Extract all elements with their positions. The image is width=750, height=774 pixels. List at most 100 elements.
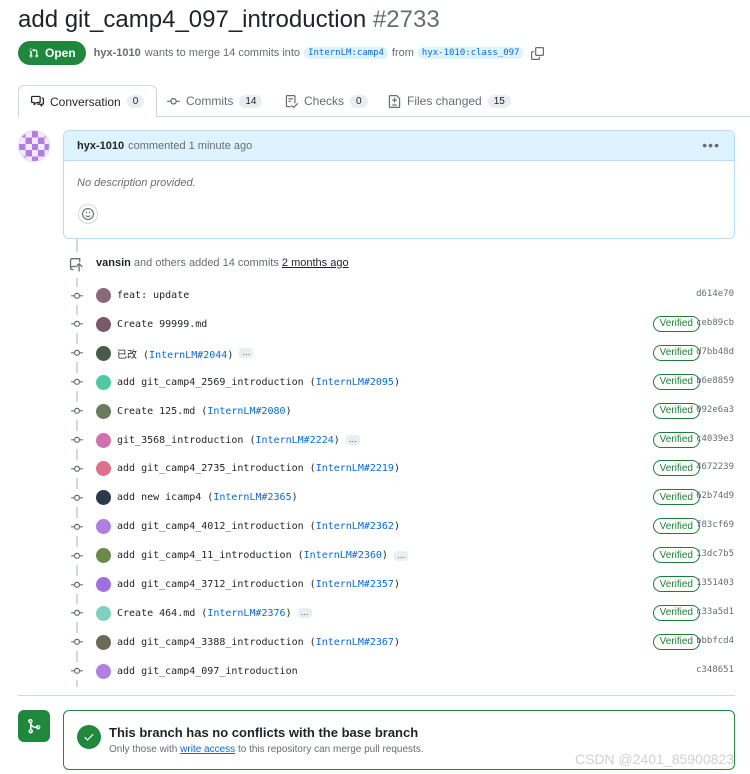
verified-badge[interactable]: Verified — [652, 518, 700, 535]
commit-message[interactable]: add git_camp4_11_introduction (InternLM#… — [117, 550, 388, 561]
tab-files-changed[interactable]: Files changed 15 — [376, 85, 523, 117]
issue-ref-link[interactable]: InternLM#2360 — [304, 550, 382, 561]
commit-message[interactable]: add git_camp4_097_introduction — [117, 666, 298, 677]
issue-ref-link[interactable]: InternLM#2367 — [316, 637, 394, 648]
commit-sha-link[interactable]: bbbfcd4 — [696, 636, 734, 646]
commit-message[interactable]: 已改 (InternLM#2044) — [117, 346, 233, 361]
comment-discussion-icon — [31, 95, 44, 107]
verified-badge[interactable]: Verified — [652, 431, 700, 448]
commit-message[interactable]: add git_camp4_2569_introduction (InternL… — [117, 377, 400, 388]
commit-author-avatar[interactable] — [96, 605, 111, 621]
base-branch[interactable]: InternLM:camp4 — [304, 47, 388, 59]
commit-message[interactable]: add git_camp4_3712_introduction (InternL… — [117, 579, 400, 590]
issue-ref-link[interactable]: InternLM#2376 — [207, 608, 285, 619]
commit-author-avatar[interactable] — [96, 288, 111, 303]
push-time-link[interactable]: 2 months ago — [282, 257, 349, 269]
expand-message-button[interactable]: … — [345, 435, 360, 445]
commit-author-avatar[interactable] — [96, 490, 111, 506]
issue-ref-link[interactable]: InternLM#2365 — [213, 492, 291, 503]
commit-sha-link[interactable]: 62b74d9 — [696, 491, 734, 501]
commit-row[interactable]: Create 464.md (InternLM#2376) … Verified c3… — [68, 599, 738, 628]
verified-badge[interactable]: Verified — [652, 633, 700, 650]
commit-message[interactable]: feat: update — [117, 290, 189, 301]
write-access-link[interactable]: write access — [180, 744, 235, 755]
verified-badge[interactable]: Verified — [652, 604, 700, 621]
copy-icon[interactable] — [531, 46, 545, 60]
issue-ref-link[interactable]: InternLM#2357 — [316, 579, 394, 590]
commit-message[interactable]: Create 99999.md — [117, 319, 207, 330]
commit-sha-link[interactable]: f83cf69 — [696, 520, 734, 530]
expand-message-button[interactable]: … — [239, 348, 254, 359]
commit-sha-link[interactable]: 4672239 — [696, 462, 734, 472]
commit-author-avatar[interactable] — [96, 663, 111, 679]
commit-message[interactable]: git_3568_introduction (InternLM#2224) — [117, 435, 340, 446]
commit-message[interactable]: add new icamp4 (InternLM#2365) — [117, 492, 298, 503]
expand-message-button[interactable]: … — [297, 608, 312, 619]
commit-sha-link[interactable]: d7bb48d — [696, 347, 734, 357]
commit-sha-link[interactable]: 092e6a3 — [696, 405, 734, 415]
commit-author-avatar[interactable] — [96, 403, 111, 419]
push-author[interactable]: vansin — [96, 257, 131, 269]
commit-message[interactable]: add git_camp4_2735_introduction (InternL… — [117, 463, 400, 474]
commit-sha-link[interactable]: 1351403 — [696, 578, 734, 588]
issue-ref-link[interactable]: InternLM#2362 — [316, 521, 394, 532]
issue-ref-link[interactable]: InternLM#2219 — [316, 463, 394, 474]
commit-row[interactable]: 已改 (InternLM#2044) … Verified d7bb48d — [68, 339, 738, 368]
issue-ref-link[interactable]: InternLM#2044 — [149, 350, 227, 361]
tab-commits[interactable]: Commits 14 — [155, 85, 274, 117]
commit-sha-link[interactable]: b6e8859 — [696, 376, 734, 386]
tab-conversation[interactable]: Conversation 0 — [18, 85, 158, 118]
commit-message[interactable]: Create 464.md (InternLM#2376) — [117, 608, 292, 619]
commit-row[interactable]: add git_camp4_097_introduction c348651 — [68, 657, 738, 686]
commit-sha-link[interactable]: c4039e3 — [696, 434, 734, 444]
commit-sha-link[interactable]: 13dc7b5 — [696, 549, 734, 559]
commit-sha-link[interactable]: d614e70 — [696, 289, 734, 299]
commit-row[interactable]: git_3568_introduction (InternLM#2224) … Ve… — [68, 426, 738, 455]
commit-author-avatar[interactable] — [96, 432, 111, 448]
verified-badge[interactable]: Verified — [652, 547, 700, 564]
head-branch[interactable]: hyx-1010:class_097 — [417, 47, 524, 59]
commit-author-avatar[interactable] — [96, 316, 111, 332]
commit-row[interactable]: add git_camp4_4012_introduction (InternL… — [68, 512, 738, 541]
commit-author-avatar[interactable] — [96, 634, 111, 650]
commit-author-avatar[interactable] — [96, 548, 111, 564]
commit-row[interactable]: add git_camp4_2569_introduction (InternL… — [68, 368, 738, 397]
commit-author-avatar[interactable] — [96, 519, 111, 535]
issue-ref-link[interactable]: InternLM#2095 — [316, 377, 394, 388]
verified-badge[interactable]: Verified — [652, 576, 700, 592]
commit-row[interactable]: feat: update d614e70 — [68, 281, 738, 310]
issue-ref-link[interactable]: InternLM#2224 — [255, 435, 333, 446]
tab-checks[interactable]: Checks 0 — [273, 85, 380, 117]
add-reaction-button[interactable] — [78, 204, 98, 224]
verified-badge[interactable]: Verified — [652, 315, 700, 332]
expand-message-button[interactable]: … — [393, 550, 408, 561]
commit-sha-link[interactable]: ceb89cb — [696, 318, 734, 328]
issue-ref-link[interactable]: InternLM#2080 — [207, 406, 285, 417]
pr-author-link[interactable]: hyx-1010 — [94, 47, 141, 59]
git-commit-icon — [68, 546, 86, 565]
commit-row[interactable]: add git_camp4_2735_introduction (InternL… — [68, 454, 738, 483]
commit-author-avatar[interactable] — [96, 345, 111, 361]
commit-author-avatar[interactable] — [96, 461, 111, 477]
verified-badge[interactable]: Verified — [652, 344, 700, 361]
commit-author-avatar[interactable] — [96, 577, 111, 592]
commit-message[interactable]: Create 125.md (InternLM#2080) — [117, 406, 292, 417]
kebab-horizontal-icon[interactable]: ••• — [702, 137, 720, 153]
commit-sha-link[interactable]: c33a5d1 — [696, 607, 734, 617]
verified-badge[interactable]: Verified — [652, 489, 700, 506]
avatar[interactable] — [18, 130, 50, 162]
commit-author-avatar[interactable] — [96, 374, 111, 390]
verified-badge[interactable]: Verified — [652, 460, 700, 477]
commit-message[interactable]: add git_camp4_3388_introduction (InternL… — [117, 637, 400, 648]
commit-sha-link[interactable]: c348651 — [696, 665, 734, 675]
commit-row[interactable]: add git_camp4_3388_introduction (InternL… — [68, 628, 738, 657]
commit-row[interactable]: add git_camp4_11_introduction (InternLM#… — [68, 541, 738, 570]
commit-row[interactable]: Create 99999.md Verified ceb89cb — [68, 310, 738, 339]
verified-badge[interactable]: Verified — [652, 373, 700, 390]
commit-row[interactable]: add git_camp4_3712_introduction (InternL… — [68, 570, 738, 599]
commit-row[interactable]: Create 125.md (InternLM#2080) Verified 092… — [68, 397, 738, 426]
comment-author[interactable]: hyx-1010 — [77, 140, 124, 152]
verified-badge[interactable]: Verified — [652, 402, 700, 419]
commit-row[interactable]: add new icamp4 (InternLM#2365) Verified 62… — [68, 483, 738, 512]
commit-message[interactable]: add git_camp4_4012_introduction (InternL… — [117, 521, 400, 532]
